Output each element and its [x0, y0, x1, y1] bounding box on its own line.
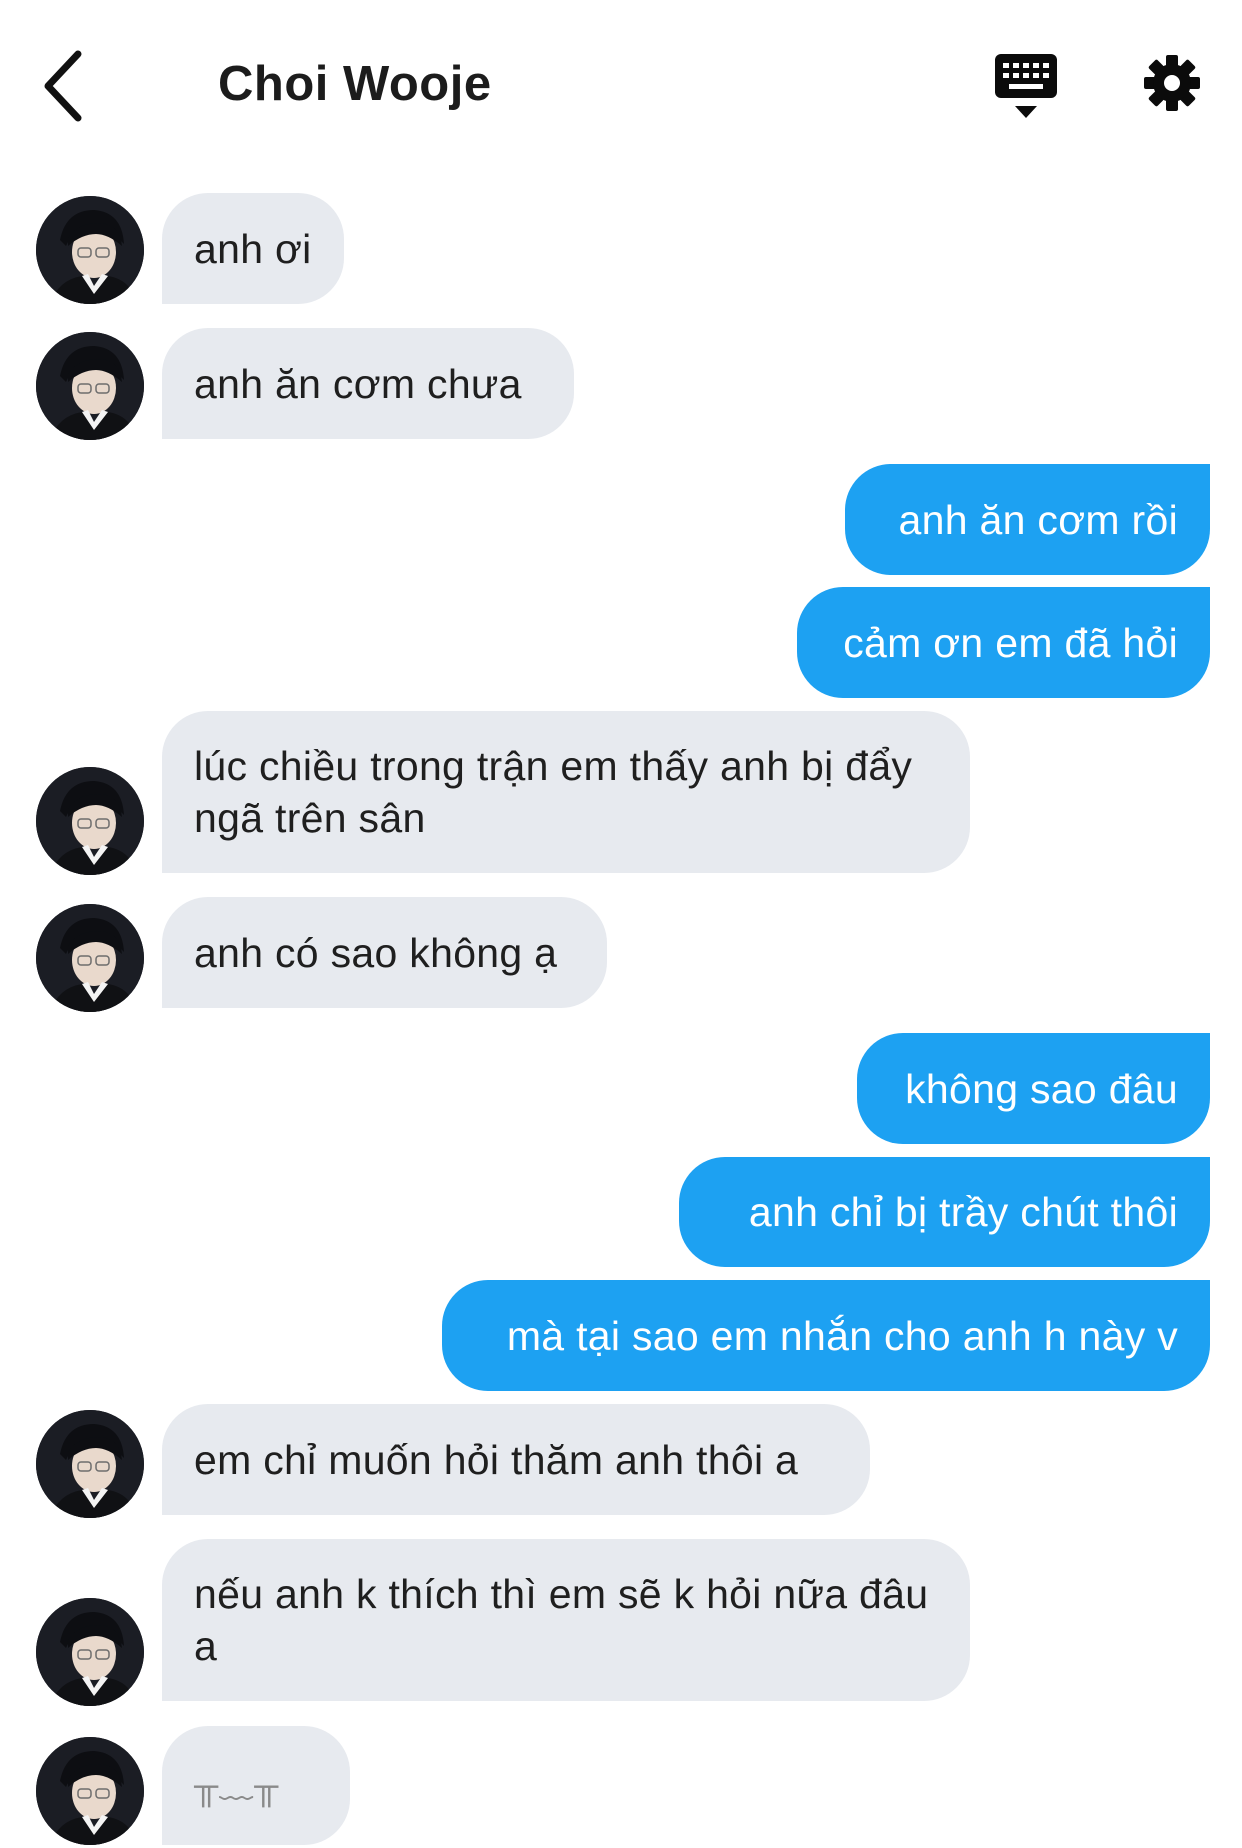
- avatar-photo: [36, 1410, 144, 1518]
- avatar-photo: [36, 904, 144, 1012]
- contact-avatar[interactable]: [36, 332, 144, 440]
- avatar-photo: [36, 1598, 144, 1706]
- outgoing-message-bubble[interactable]: anh ăn cơm rồi: [845, 464, 1210, 575]
- avatar-photo: [36, 196, 144, 304]
- outgoing-message-bubble[interactable]: cảm ơn em đã hỏi: [797, 587, 1210, 698]
- contact-avatar[interactable]: [36, 767, 144, 875]
- chat-header: Choi Wooje: [0, 0, 1242, 170]
- outgoing-message-bubble[interactable]: không sao đâu: [857, 1033, 1210, 1144]
- contact-avatar[interactable]: [36, 1737, 144, 1845]
- incoming-message-bubble[interactable]: anh ăn cơm chưa: [162, 328, 574, 439]
- avatar-photo: [36, 1737, 144, 1845]
- chevron-left-icon: [44, 50, 82, 122]
- settings-button[interactable]: [1143, 54, 1201, 112]
- avatar-photo: [36, 332, 144, 440]
- contact-name[interactable]: Choi Wooje: [218, 56, 492, 112]
- contact-avatar[interactable]: [36, 1410, 144, 1518]
- incoming-message-bubble[interactable]: anh ơi: [162, 193, 344, 304]
- outgoing-message-bubble[interactable]: anh chỉ bị trầy chút thôi: [679, 1157, 1210, 1267]
- incoming-message-bubble[interactable]: ╥﹏╥: [162, 1726, 350, 1845]
- incoming-message-bubble[interactable]: anh có sao không ạ: [162, 897, 607, 1008]
- incoming-message-bubble[interactable]: em chỉ muốn hỏi thăm anh thôi a: [162, 1404, 870, 1515]
- contact-avatar[interactable]: [36, 904, 144, 1012]
- incoming-message-bubble[interactable]: lúc chiều trong trận em thấy anh bị đẩy …: [162, 711, 970, 873]
- keyboard-button[interactable]: [995, 54, 1057, 120]
- outgoing-message-bubble[interactable]: mà tại sao em nhắn cho anh h này v: [442, 1280, 1210, 1391]
- contact-avatar[interactable]: [36, 196, 144, 304]
- keyboard-icon: [995, 54, 1057, 118]
- avatar-photo: [36, 767, 144, 875]
- back-button[interactable]: [36, 44, 96, 128]
- gear-icon: [1144, 55, 1200, 111]
- contact-avatar[interactable]: [36, 1598, 144, 1706]
- incoming-message-bubble[interactable]: nếu anh k thích thì em sẽ k hỏi nữa đâu …: [162, 1539, 970, 1701]
